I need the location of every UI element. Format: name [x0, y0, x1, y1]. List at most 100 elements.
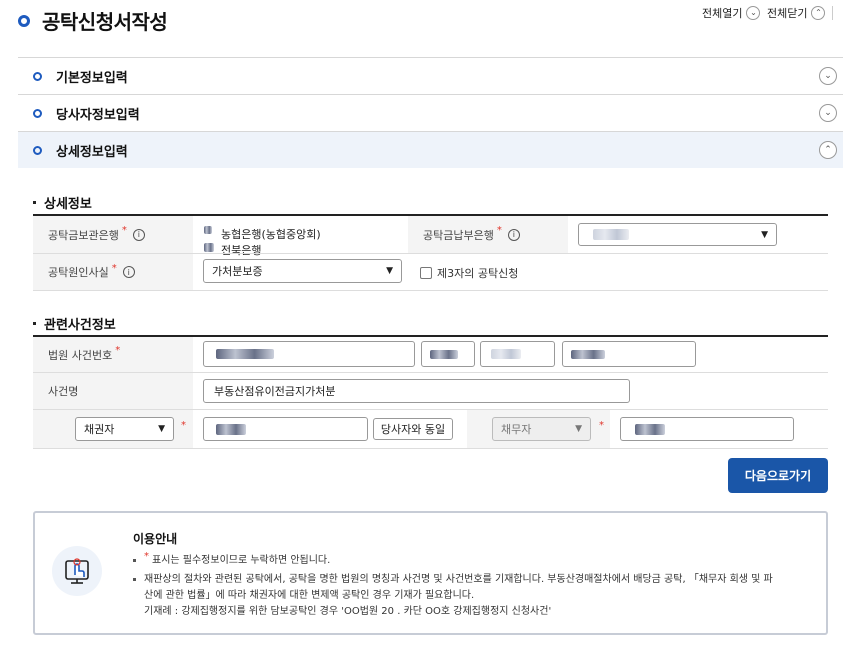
guide-bullet	[133, 558, 136, 562]
debtor-name-input[interactable]	[620, 417, 794, 441]
chevron-down-icon: ▼	[761, 229, 768, 240]
required-mark: *	[121, 225, 127, 236]
usage-guide-box: 이용안내 * 표시는 필수정보이므로 누락하면 안됩니다. 재판상의 절차와 관련…	[33, 511, 828, 635]
bank-logo-icon	[204, 243, 214, 252]
case-section-heading: 관련사건정보	[33, 314, 116, 333]
accordion-label: 기본정보입력	[56, 70, 128, 86]
accordion-detail-info[interactable]: 상세정보입력 ⌃	[18, 131, 843, 168]
bullet-ring-icon	[33, 71, 42, 81]
case-name-value: 부동산점유이전금지가처분	[214, 385, 336, 398]
bank-logo-icon	[204, 226, 212, 234]
payment-bank-label-cell: 공탁금납부은행 * i	[408, 216, 568, 253]
chevron-down-icon[interactable]: ⌄	[819, 104, 837, 122]
checkbox-box[interactable]	[420, 267, 432, 279]
creditor-select[interactable]: 채권자 ▼	[75, 417, 174, 441]
section-bullet	[33, 201, 36, 204]
row-divider	[33, 448, 828, 449]
case-number-label: 법원 사건번호	[48, 348, 113, 362]
chevron-down-icon: ⌄	[746, 6, 761, 20]
expand-all-button[interactable]: 전체열기 ⌄	[702, 5, 761, 21]
detail-section-heading: 상세정보	[33, 193, 92, 212]
case-number-label-cell: 법원 사건번호 *	[33, 337, 193, 372]
page-title: 공탁신청서작성	[42, 10, 168, 34]
required-mark: *	[181, 420, 186, 431]
payment-bank-label: 공탁금납부은행	[423, 228, 494, 242]
info-icon[interactable]: i	[507, 228, 520, 241]
required-mark: *	[496, 225, 502, 236]
row-divider	[33, 290, 828, 291]
guide-title: 이용안내	[133, 532, 178, 546]
collapse-all-button[interactable]: 전체닫기 ⌃	[767, 5, 826, 21]
same-as-party-button[interactable]: 당사자와 동일	[373, 418, 453, 440]
court-input[interactable]	[203, 341, 415, 367]
cause-select-value: 가처분보증	[212, 265, 263, 278]
section-title: 관련사건정보	[44, 318, 116, 333]
accordion-label: 상세정보입력	[56, 144, 128, 160]
guide-item-text: 산에 관한 법률」에 따라 채권자에 대한 변제액 공탁인 경우 기재가 필요합…	[144, 590, 475, 601]
same-as-party-label: 당사자와 동일	[380, 423, 446, 436]
redacted-year	[430, 350, 458, 359]
title-ring-icon	[18, 14, 30, 27]
chevron-down-icon: ▼	[575, 424, 582, 434]
payment-bank-select[interactable]: ▼	[578, 223, 777, 246]
debtor-select-value: 채무자	[501, 423, 532, 436]
guide-item-case-info: 재판상의 절차와 관련된 공탁에서, 공탁을 명한 법원의 명칭과 사건명 및 …	[133, 572, 773, 588]
case-name-label-cell: 사건명	[33, 373, 193, 409]
section-bullet	[33, 322, 36, 325]
page-title-group: 공탁신청서작성	[18, 6, 168, 35]
next-button[interactable]: 다음으로가기	[728, 458, 828, 493]
accordion-party-info[interactable]: 당사자정보입력 ⌄	[18, 94, 843, 131]
accordion-basic-info[interactable]: 기본정보입력 ⌄	[18, 57, 843, 94]
redacted-debtor	[635, 424, 665, 435]
redacted-creditor	[216, 424, 246, 435]
chevron-down-icon[interactable]: ⌄	[819, 67, 837, 85]
deposit-office-label-cell: 공탁금보관은행 * i	[33, 216, 193, 253]
header-divider	[832, 6, 833, 20]
required-mark: *	[115, 345, 121, 356]
case-name-input[interactable]: 부동산점유이전금지가처분	[203, 379, 630, 403]
guide-item-required: * 표시는 필수정보이므로 누락하면 안됩니다.	[133, 551, 331, 569]
guide-icon-circle	[52, 546, 102, 596]
required-mark: *	[144, 551, 149, 562]
cause-label-cell: 공탁원인사실 * i	[33, 254, 193, 290]
redacted-serial	[571, 350, 605, 359]
bullet-ring-icon	[33, 145, 42, 155]
guide-item-text: 표시는 필수정보이므로 누락하면 안됩니다.	[152, 555, 331, 566]
next-button-label: 다음으로가기	[744, 469, 812, 483]
deposit-office-label: 공탁금보관은행	[48, 228, 119, 242]
deposit-bank-2: 전북은행	[221, 244, 262, 257]
bullet-ring-icon	[33, 108, 42, 118]
case-code-input[interactable]	[480, 341, 555, 367]
case-serial-input[interactable]	[562, 341, 696, 367]
chevron-up-icon[interactable]: ⌃	[819, 141, 837, 159]
cause-select[interactable]: 가처분보증 ▼	[203, 259, 402, 283]
guide-item-text: 재판상의 절차와 관련된 공탁에서, 공탁을 명한 법원의 명칭과 사건명 및 …	[144, 574, 773, 585]
chevron-down-icon: ▼	[158, 424, 165, 434]
creditor-name-input[interactable]	[203, 417, 368, 441]
guide-item-text: 기재례 : 강제집행정지를 위한 담보공탁인 경우 'OO법원 20 . 카단 …	[144, 606, 552, 617]
collapse-all-label: 전체닫기	[767, 7, 808, 20]
required-mark: *	[111, 262, 117, 274]
guide-item-case-info-cont: 산에 관한 법률」에 따라 채권자에 대한 변제액 공탁인 경우 기재가 필요합…	[144, 588, 474, 604]
third-party-checkbox[interactable]: 제3자의 공탁신청	[420, 265, 518, 281]
redacted-bank-name	[593, 229, 629, 240]
case-year-input[interactable]	[421, 341, 475, 367]
expand-all-label: 전체열기	[702, 7, 743, 20]
chevron-up-icon: ⌃	[811, 6, 826, 20]
guide-bullet	[133, 577, 136, 581]
chevron-down-icon: ▼	[386, 266, 393, 276]
redacted-code	[491, 349, 521, 359]
creditor-select-value: 채권자	[84, 423, 115, 436]
accordion-label: 당사자정보입력	[56, 107, 140, 123]
info-icon[interactable]: i	[132, 228, 145, 241]
guide-item-example: 기재례 : 강제집행정지를 위한 담보공탁인 경우 'OO법원 20 . 카단 …	[144, 604, 551, 620]
cause-label: 공탁원인사실	[48, 266, 109, 279]
info-icon[interactable]: i	[122, 266, 135, 278]
deposit-bank-1: 농협은행(농협중앙회)	[221, 228, 321, 241]
required-mark: *	[599, 420, 604, 431]
third-party-label: 제3자의 공탁신청	[437, 267, 519, 280]
section-title: 상세정보	[44, 197, 92, 212]
debtor-select[interactable]: 채무자 ▼	[492, 417, 591, 441]
case-name-label: 사건명	[48, 385, 79, 398]
redacted-court	[216, 349, 274, 359]
